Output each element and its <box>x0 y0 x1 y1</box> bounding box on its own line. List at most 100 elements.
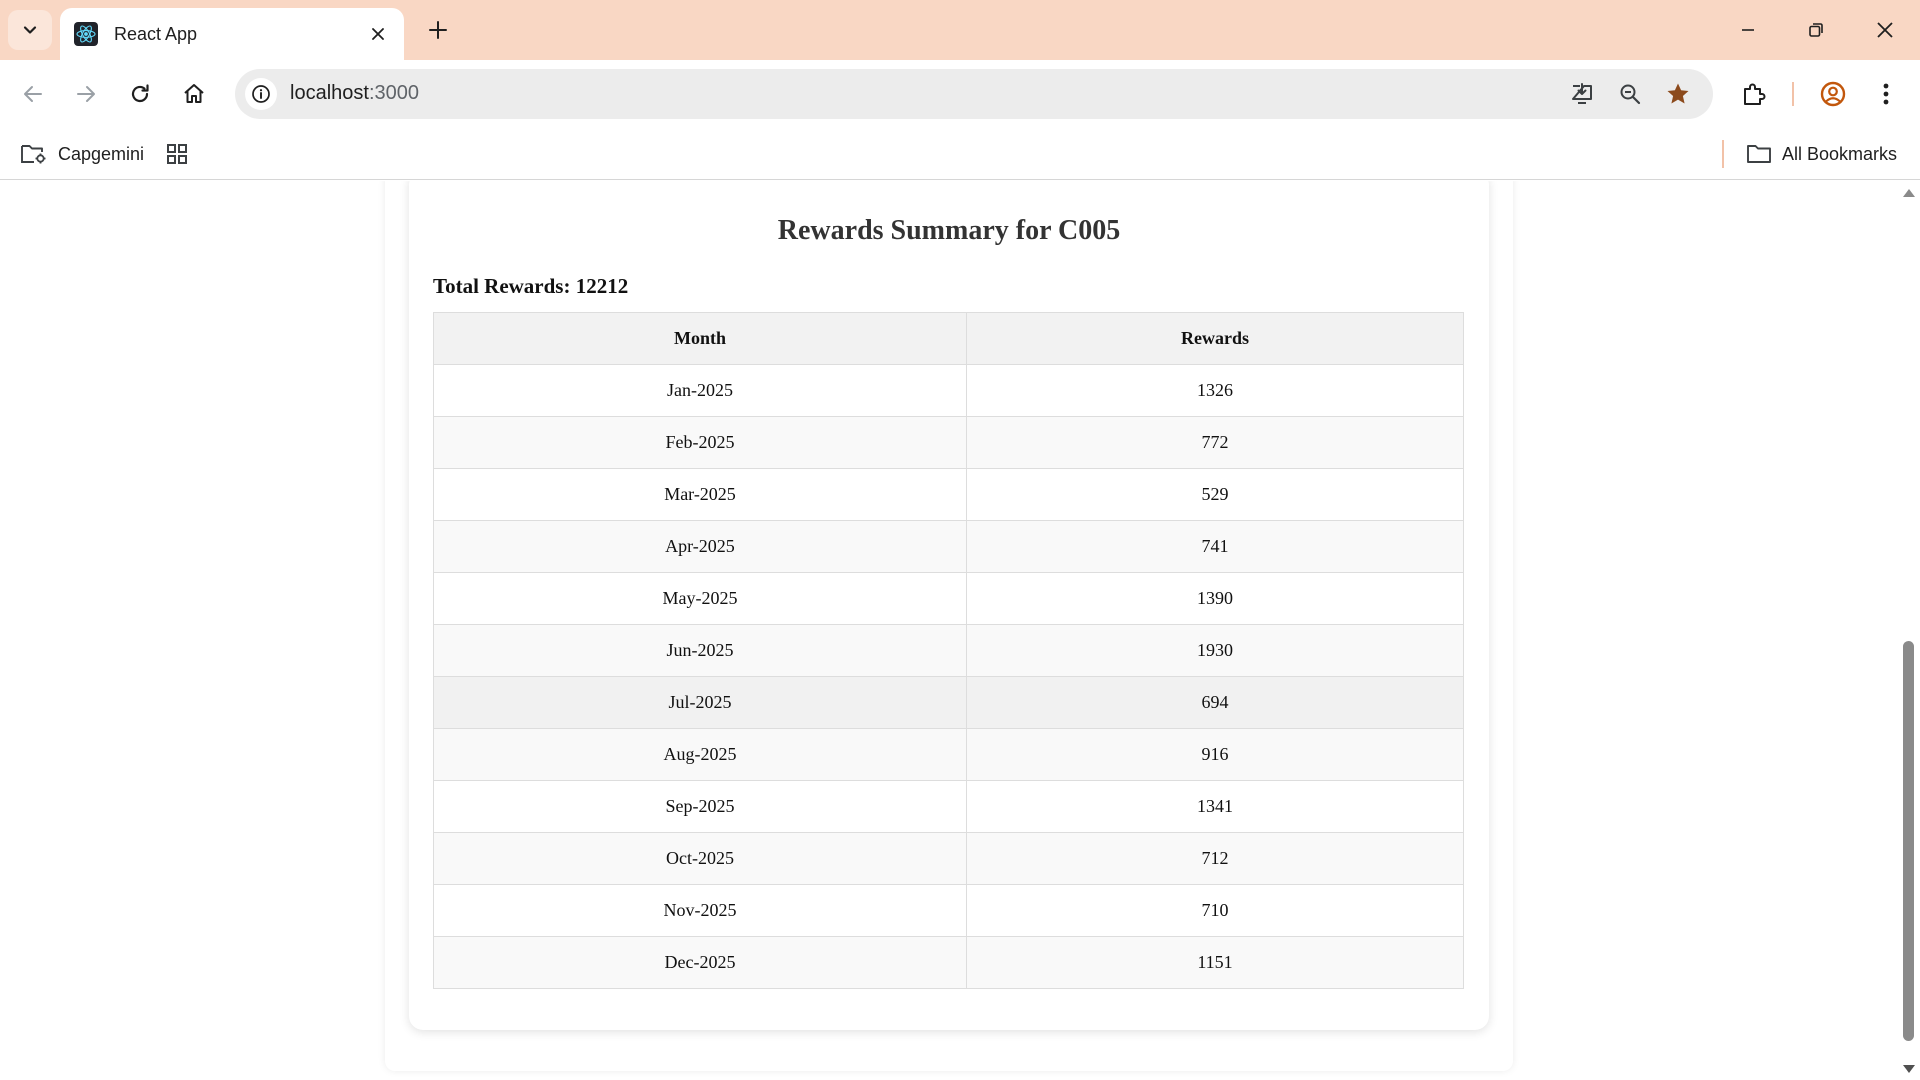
site-info-button[interactable] <box>245 78 277 110</box>
all-bookmarks-label: All Bookmarks <box>1782 143 1898 164</box>
reload-button[interactable] <box>120 74 160 114</box>
install-app-icon <box>1572 83 1592 104</box>
rewards-cell: 710 <box>966 884 1464 937</box>
restore-icon <box>1809 23 1823 37</box>
month-cell: Nov-2025 <box>433 884 967 937</box>
minimize-icon <box>1742 29 1754 31</box>
month-cell: Dec-2025 <box>433 936 967 989</box>
extensions-button[interactable] <box>1734 74 1774 114</box>
url-host: localhost <box>290 82 369 104</box>
scroll-up-button[interactable] <box>1902 187 1916 199</box>
month-cell: Sep-2025 <box>433 780 967 833</box>
bookmark-star-icon <box>1667 83 1689 104</box>
rewards-table: Month Rewards Jan-2025 1326 Feb-2025 772 M… <box>433 312 1464 989</box>
column-header-month: Month <box>433 312 967 365</box>
minimize-button[interactable] <box>1724 10 1772 50</box>
back-button[interactable] <box>13 74 53 114</box>
home-button[interactable] <box>174 74 214 114</box>
back-icon <box>24 86 42 102</box>
table-row: Mar-2025 529 <box>433 468 1464 521</box>
month-cell: Jun-2025 <box>433 624 967 677</box>
menu-button[interactable] <box>1866 74 1906 114</box>
window-close-button[interactable] <box>1861 10 1909 50</box>
table-header-row: Month Rewards <box>433 312 1464 365</box>
profile-button[interactable] <box>1813 74 1853 114</box>
address-bar[interactable]: localhost:3000 <box>235 69 1713 119</box>
install-app-button[interactable] <box>1567 79 1597 109</box>
month-cell: Oct-2025 <box>433 832 967 885</box>
bookmarks-bar: Capgemini All Bookmarks <box>0 128 1920 180</box>
rewards-cell: 1326 <box>966 364 1464 417</box>
month-cell: Jul-2025 <box>433 676 967 729</box>
new-tab-button[interactable] <box>420 12 456 48</box>
forward-button[interactable] <box>66 74 106 114</box>
forward-icon <box>77 86 95 102</box>
scrollbar-thumb[interactable] <box>1903 641 1914 1041</box>
table-row: Dec-2025 1151 <box>433 936 1464 989</box>
table-row: Nov-2025 710 <box>433 884 1464 937</box>
tab-strip: React App <box>0 0 1920 60</box>
table-row: May-2025 1390 <box>433 572 1464 625</box>
scroll-down-icon <box>1903 1065 1915 1073</box>
site-info-icon <box>252 85 270 103</box>
table-row: Oct-2025 712 <box>433 832 1464 885</box>
scroll-up-icon <box>1903 189 1915 197</box>
table-row: Sep-2025 1341 <box>433 780 1464 833</box>
toolbar-divider <box>1792 82 1794 106</box>
profile-icon <box>1820 81 1846 107</box>
month-cell: May-2025 <box>433 572 967 625</box>
bookmark-star-button[interactable] <box>1663 79 1693 109</box>
page-scrollbar[interactable] <box>1898 181 1920 1080</box>
month-cell: Mar-2025 <box>433 468 967 521</box>
month-cell: Feb-2025 <box>433 416 967 469</box>
month-cell: Jan-2025 <box>433 364 967 417</box>
zoom-button[interactable] <box>1615 79 1645 109</box>
window-close-icon <box>1877 22 1893 38</box>
react-logo-icon <box>74 22 98 46</box>
extensions-icon <box>1744 83 1766 105</box>
home-icon <box>184 84 204 103</box>
rewards-cell: 694 <box>966 676 1464 729</box>
folder-icon <box>1747 145 1771 163</box>
bookmark-label: Capgemini <box>58 143 145 164</box>
table-row: Jul-2025 694 <box>433 676 1464 729</box>
rewards-cell: 741 <box>966 520 1464 573</box>
rewards-cell: 529 <box>966 468 1464 521</box>
rewards-cell: 916 <box>966 728 1464 781</box>
url-port: :3000 <box>368 82 419 104</box>
tab-react-app[interactable]: React App <box>60 8 404 60</box>
tab-title: React App <box>114 23 198 44</box>
bookmark-folder-capgemini[interactable]: Capgemini <box>20 138 144 170</box>
zoom-icon <box>1620 84 1641 105</box>
rewards-cell: 772 <box>966 416 1464 469</box>
rewards-cell: 712 <box>966 832 1464 885</box>
rewards-cell: 1390 <box>966 572 1464 625</box>
rewards-summary-card: Rewards Summary for C005 Total Rewards: … <box>409 181 1489 1030</box>
summary-title: Rewards Summary for C005 <box>777 215 1121 246</box>
rewards-cell: 1151 <box>966 936 1464 989</box>
table-row: Feb-2025 772 <box>433 416 1464 469</box>
page-viewport: Rewards Summary for C005 Total Rewards: … <box>0 181 1898 1077</box>
rewards-cell: 1341 <box>966 780 1464 833</box>
chevron-down-icon <box>23 26 37 34</box>
table-row: Aug-2025 916 <box>433 728 1464 781</box>
table-row: Jan-2025 1326 <box>433 364 1464 417</box>
url-text[interactable]: localhost:3000 <box>290 82 419 105</box>
apps-button[interactable] <box>165 138 199 170</box>
month-cell: Apr-2025 <box>433 520 967 573</box>
column-header-rewards: Rewards <box>966 312 1464 365</box>
close-icon[interactable] <box>366 22 390 46</box>
menu-icon <box>1883 83 1889 105</box>
month-cell: Aug-2025 <box>433 728 967 781</box>
new-tab-icon <box>429 21 447 39</box>
table-row: Jun-2025 1930 <box>433 624 1464 677</box>
restore-button[interactable] <box>1792 10 1840 50</box>
tab-search-button[interactable] <box>8 10 52 50</box>
table-row: Apr-2025 741 <box>433 520 1464 573</box>
apps-grid-icon <box>167 144 187 164</box>
bookmarks-divider <box>1722 140 1724 168</box>
all-bookmarks-button[interactable]: All Bookmarks <box>1746 138 1897 170</box>
scroll-down-button[interactable] <box>1902 1063 1916 1075</box>
reload-icon <box>131 84 149 103</box>
browser-toolbar: localhost:3000 <box>0 60 1920 128</box>
